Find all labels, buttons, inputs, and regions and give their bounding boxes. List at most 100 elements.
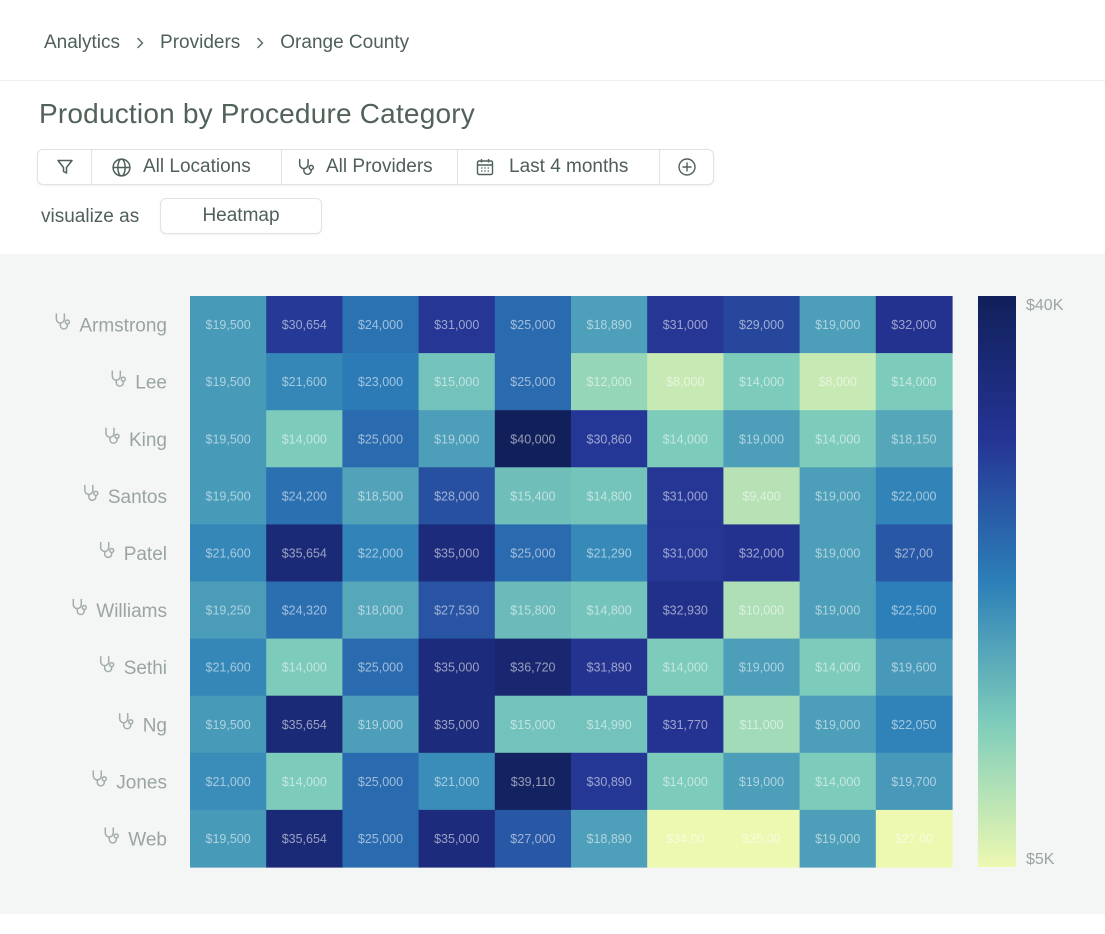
cell-value-label: $19,000 <box>434 432 479 446</box>
globe-icon <box>111 157 132 178</box>
cell-value-label: $21,600 <box>206 661 251 675</box>
breadcrumb-item-providers[interactable]: Providers <box>160 32 240 54</box>
cell-value-label: $19,000 <box>815 318 860 332</box>
cell-value-label: $32,930 <box>663 604 708 618</box>
cell-value-label: $21,600 <box>282 375 327 389</box>
cell-value-label: $19,000 <box>815 718 860 732</box>
cell-value-label: $35,654 <box>282 546 327 560</box>
cell-value-label: $14,000 <box>663 775 708 789</box>
provider-filter[interactable]: All Providers <box>282 150 458 184</box>
stethoscope-icon <box>296 157 317 178</box>
date-range-filter[interactable]: Last 4 months <box>458 150 660 184</box>
cell-value-label: $35,000 <box>434 832 479 846</box>
cell-value-label: $21,600 <box>206 546 251 560</box>
cell-value-label: $18,000 <box>358 604 403 618</box>
cell-value-label: $27,000 <box>510 832 555 846</box>
plus-circle-icon <box>677 157 697 177</box>
cell-value-label: $14,000 <box>282 432 327 446</box>
cell-value-label: $35,00 <box>742 832 780 846</box>
chevron-right-icon <box>254 37 266 49</box>
cell-value-label: $14,000 <box>815 661 860 675</box>
cell-value-label: $24,200 <box>282 489 327 503</box>
location-filter-label: All Locations <box>143 156 251 177</box>
filter-button[interactable] <box>38 150 92 184</box>
cell-value-label: $14,800 <box>587 489 632 503</box>
add-filter-button[interactable] <box>660 150 713 184</box>
cell-value-label: $9,400 <box>742 489 780 503</box>
cell-value-label: $19,000 <box>739 775 784 789</box>
cell-value-label: $15,400 <box>510 489 555 503</box>
cell-value-label: $31,000 <box>663 546 708 560</box>
cell-value-label: $27,00 <box>895 832 933 846</box>
cell-value-label: $27,00 <box>895 546 933 560</box>
chart-panel: Armstrong Lee King Santos Patel Williams Sethi… <box>0 254 1105 914</box>
cell-value-label: $15,000 <box>434 375 479 389</box>
stethoscope-icon <box>99 541 115 559</box>
cell-value-label: $24,000 <box>358 318 403 332</box>
cell-value-label: $14,000 <box>282 775 327 789</box>
visualization-select[interactable]: Heatmap <box>160 198 322 234</box>
row-label: Williams <box>96 601 167 622</box>
cell-value-label: $25,000 <box>358 775 403 789</box>
stethoscope-icon <box>111 370 127 387</box>
cell-value-label: $25,000 <box>510 318 555 332</box>
cell-value-label: $25,000 <box>510 546 555 560</box>
cell-value-label: $8,000 <box>819 375 857 389</box>
cell-value-label: $14,000 <box>815 775 860 789</box>
cell-value-label: $12,000 <box>587 375 632 389</box>
stethoscope-icon <box>99 655 115 673</box>
color-scale-min-label: $5K <box>1026 851 1055 868</box>
cell-value-label: $32,000 <box>739 546 784 560</box>
heatmap-chart: Armstrong Lee King Santos Patel Williams Sethi… <box>55 296 1064 868</box>
cell-value-label: $19,500 <box>206 718 251 732</box>
visualization-value: Heatmap <box>202 205 280 226</box>
filter-bar: All Locations All Providers Last 4 month… <box>37 149 714 185</box>
cell-value-label: $19,000 <box>358 718 403 732</box>
cell-value-label: $19,500 <box>206 375 251 389</box>
cell-value-label: $14,000 <box>282 661 327 675</box>
row-label: Lee <box>135 373 167 394</box>
stethoscope-icon <box>92 770 108 787</box>
cell-value-label: $19,500 <box>206 832 251 846</box>
color-scale-bar <box>978 296 1016 867</box>
row-label: Jones <box>116 772 167 793</box>
cell-value-label: $14,990 <box>587 718 632 732</box>
cell-value-label: $21,000 <box>206 775 251 789</box>
cell-value-label: $25,000 <box>510 375 555 389</box>
stethoscope-icon <box>105 427 120 444</box>
cell-value-label: $22,000 <box>891 489 936 503</box>
cell-value-label: $19,000 <box>815 489 860 503</box>
location-filter[interactable]: All Locations <box>92 150 282 184</box>
cell-value-label: $25,000 <box>358 832 403 846</box>
breadcrumb-item-analytics[interactable]: Analytics <box>44 32 120 54</box>
row-label: Sethi <box>124 658 167 679</box>
cell-value-label: $19,500 <box>206 432 251 446</box>
filter-icon <box>55 157 75 177</box>
cell-value-label: $36,720 <box>510 661 555 675</box>
stethoscope-icon <box>84 484 99 502</box>
cell-value-label: $25,000 <box>358 432 403 446</box>
row-label: Santos <box>108 487 167 508</box>
breadcrumb: Analytics Providers Orange County <box>44 30 409 56</box>
color-scale-max-label: $40K <box>1026 297 1064 314</box>
cell-value-label: $35,000 <box>434 546 479 560</box>
cell-value-label: $14,000 <box>891 375 936 389</box>
cell-value-label: $27,530 <box>434 604 479 618</box>
cell-value-label: $40,000 <box>510 432 555 446</box>
row-label: Web <box>128 829 167 850</box>
cell-value-label: $31,890 <box>587 661 632 675</box>
cell-value-label: $18,150 <box>891 432 936 446</box>
cell-value-label: $18,890 <box>587 832 632 846</box>
stethoscope-icon <box>55 313 71 330</box>
stethoscope-icon <box>104 827 120 844</box>
cell-value-label: $22,500 <box>891 604 936 618</box>
calendar-icon <box>475 157 495 177</box>
cell-value-label: $14,800 <box>587 604 632 618</box>
cell-value-label: $29,000 <box>739 318 784 332</box>
cell-value-label: $32,000 <box>891 318 936 332</box>
cell-value-label: $22,050 <box>891 718 936 732</box>
cell-value-label: $24,320 <box>282 604 327 618</box>
breadcrumb-item-orange-county: Orange County <box>280 32 410 53</box>
cell-value-label: $19,000 <box>739 432 784 446</box>
cell-value-label: $15,000 <box>510 718 555 732</box>
